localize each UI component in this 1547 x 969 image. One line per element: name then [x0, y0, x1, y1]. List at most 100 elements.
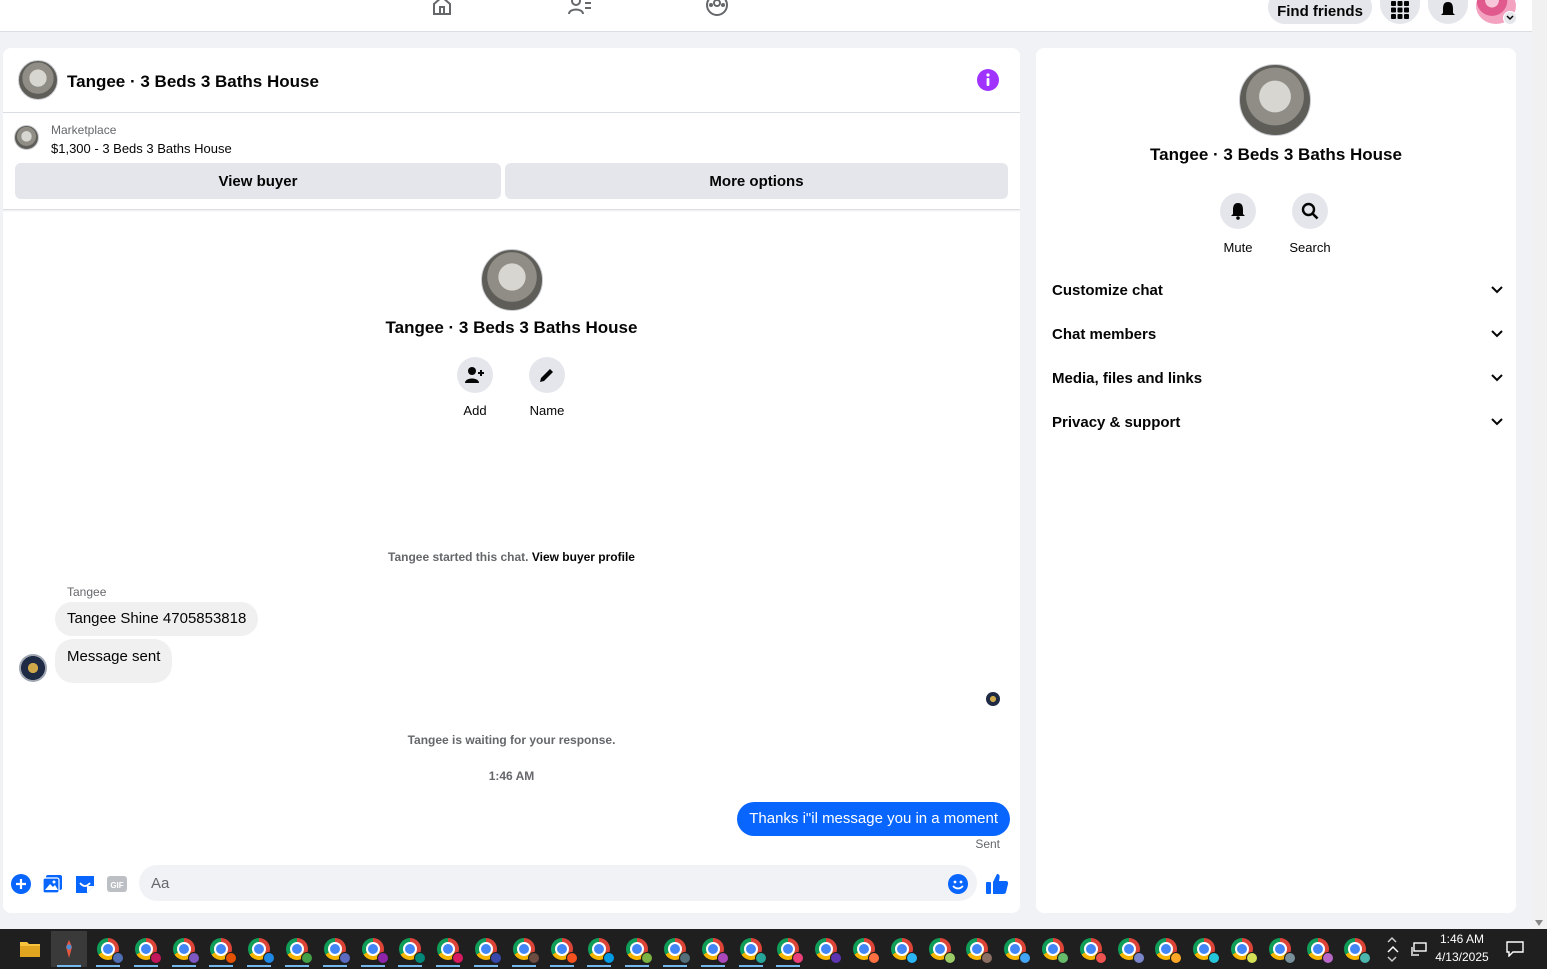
chrome-window-icon[interactable] [241, 931, 277, 967]
incoming-message[interactable]: Message sent [55, 639, 173, 683]
chat-header: Tangee · 3 Beds 3 Baths House [3, 48, 1020, 113]
find-friends-button[interactable]: Find friends [1268, 0, 1372, 24]
notifications-bell-icon[interactable] [1428, 0, 1468, 24]
like-thumb-icon[interactable] [985, 872, 1009, 896]
chrome-window-icon[interactable] [997, 931, 1033, 967]
chrome-window-icon[interactable] [203, 931, 239, 967]
chrome-window-icon[interactable] [1300, 931, 1336, 967]
app-icon[interactable] [51, 931, 87, 967]
chrome-window-icon[interactable] [884, 931, 920, 967]
profile-badge-icon [603, 952, 615, 964]
taskbar-time[interactable]: 1:46 AM [1432, 932, 1492, 946]
incoming-message[interactable]: Tangee Shine 4705853818 [55, 602, 259, 636]
chrome-window-icon[interactable] [619, 931, 655, 967]
chrome-window-icon[interactable] [846, 931, 882, 967]
profile-badge-icon [1322, 952, 1334, 964]
pencil-icon[interactable] [529, 357, 565, 393]
read-receipt-avatar [986, 692, 1000, 706]
scroll-down-arrow-icon[interactable] [1535, 920, 1543, 926]
conversation-avatar [481, 249, 543, 311]
svg-text:GIF: GIF [110, 881, 123, 890]
photo-icon[interactable] [41, 872, 65, 896]
bell-icon[interactable] [1220, 193, 1256, 229]
profile-badge-icon [830, 952, 842, 964]
message-input[interactable] [139, 865, 977, 901]
waiting-notice: Tangee is waiting for your response. [407, 733, 616, 747]
chrome-window-icon[interactable] [506, 931, 542, 967]
media-files-links-section[interactable]: Media, files and links [1052, 358, 1504, 398]
chrome-window-icon[interactable] [808, 931, 844, 967]
gif-icon[interactable]: GIF [105, 872, 129, 896]
chrome-window-icon[interactable] [1224, 931, 1260, 967]
chat-title[interactable]: Tangee · 3 Beds 3 Baths House [67, 72, 319, 92]
chat-thumbnail[interactable] [18, 60, 58, 100]
chrome-window-icon[interactable] [1262, 931, 1298, 967]
info-icon[interactable] [977, 69, 999, 91]
top-navigation-bar: Find friends [0, 0, 1532, 32]
chrome-window-icon[interactable] [1337, 931, 1373, 967]
chrome-window-icon[interactable] [544, 931, 580, 967]
message-composer: GIF [3, 860, 1020, 910]
chrome-window-icon[interactable] [922, 931, 958, 967]
home-icon[interactable] [427, 0, 457, 18]
chrome-window-icon[interactable] [1186, 931, 1222, 967]
action-center-icon[interactable] [1497, 931, 1533, 967]
chrome-window-icon[interactable] [166, 931, 202, 967]
friends-icon[interactable] [565, 0, 595, 18]
profile-badge-icon [1284, 952, 1296, 964]
chrome-window-icon[interactable] [317, 931, 353, 967]
search-action[interactable]: Search [1275, 193, 1345, 255]
chevron-down-icon [1491, 330, 1503, 338]
chrome-window-icon[interactable] [1035, 931, 1071, 967]
add-person-icon[interactable] [457, 357, 493, 393]
profile-badge-icon [755, 952, 767, 964]
menu-grid-icon[interactable] [1380, 0, 1420, 24]
chrome-window-icon[interactable] [430, 931, 466, 967]
chevron-down-icon [1491, 286, 1503, 294]
sender-avatar[interactable] [19, 654, 47, 682]
chrome-window-icon[interactable] [128, 931, 164, 967]
name-action[interactable]: Name [517, 357, 577, 418]
sender-name: Tangee [67, 585, 107, 599]
details-avatar [1239, 64, 1311, 136]
file-explorer-icon[interactable] [12, 931, 48, 967]
chrome-window-icon[interactable] [279, 931, 315, 967]
profile-badge-icon [1095, 952, 1107, 964]
account-chevron-icon[interactable] [1503, 11, 1517, 25]
plus-icon[interactable] [9, 872, 33, 896]
chrome-window-icon[interactable] [1111, 931, 1147, 967]
view-buyer-button[interactable]: View buyer [15, 163, 501, 199]
listing-title[interactable]: $1,300 - 3 Beds 3 Baths House [51, 141, 232, 156]
page-scrollbar[interactable] [1532, 0, 1547, 929]
mute-action[interactable]: Mute [1203, 193, 1273, 255]
chrome-window-icon[interactable] [1073, 931, 1109, 967]
chrome-window-icon[interactable] [733, 931, 769, 967]
chrome-window-icon[interactable] [770, 931, 806, 967]
chrome-window-icon[interactable] [392, 931, 428, 967]
windows-taskbar: 1:46 AM 4/13/2025 [0, 929, 1547, 969]
chrome-window-icon[interactable] [695, 931, 731, 967]
chrome-window-icon[interactable] [1148, 931, 1184, 967]
network-icon[interactable] [1402, 931, 1436, 967]
profile-badge-icon [452, 952, 464, 964]
outgoing-message[interactable]: Thanks i"il message you in a moment [737, 802, 1010, 836]
taskbar-date[interactable]: 4/13/2025 [1432, 950, 1492, 964]
chrome-window-icon[interactable] [468, 931, 504, 967]
customize-chat-section[interactable]: Customize chat [1052, 270, 1504, 310]
chat-members-section[interactable]: Chat members [1052, 314, 1504, 354]
groups-icon[interactable] [702, 0, 732, 18]
emoji-icon[interactable] [946, 872, 970, 896]
privacy-support-section[interactable]: Privacy & support [1052, 402, 1504, 442]
chrome-window-icon[interactable] [959, 931, 995, 967]
chrome-window-icon[interactable] [581, 931, 617, 967]
marketplace-label: Marketplace [51, 123, 117, 137]
listing-thumbnail[interactable] [14, 125, 39, 150]
sticker-icon[interactable] [73, 872, 97, 896]
add-people-action[interactable]: Add [445, 357, 505, 418]
chrome-window-icon[interactable] [90, 931, 126, 967]
chrome-window-icon[interactable] [355, 931, 391, 967]
more-options-button[interactable]: More options [505, 163, 1008, 199]
view-buyer-profile-link[interactable]: View buyer profile [532, 550, 635, 564]
chrome-window-icon[interactable] [657, 931, 693, 967]
search-icon[interactable] [1292, 193, 1328, 229]
